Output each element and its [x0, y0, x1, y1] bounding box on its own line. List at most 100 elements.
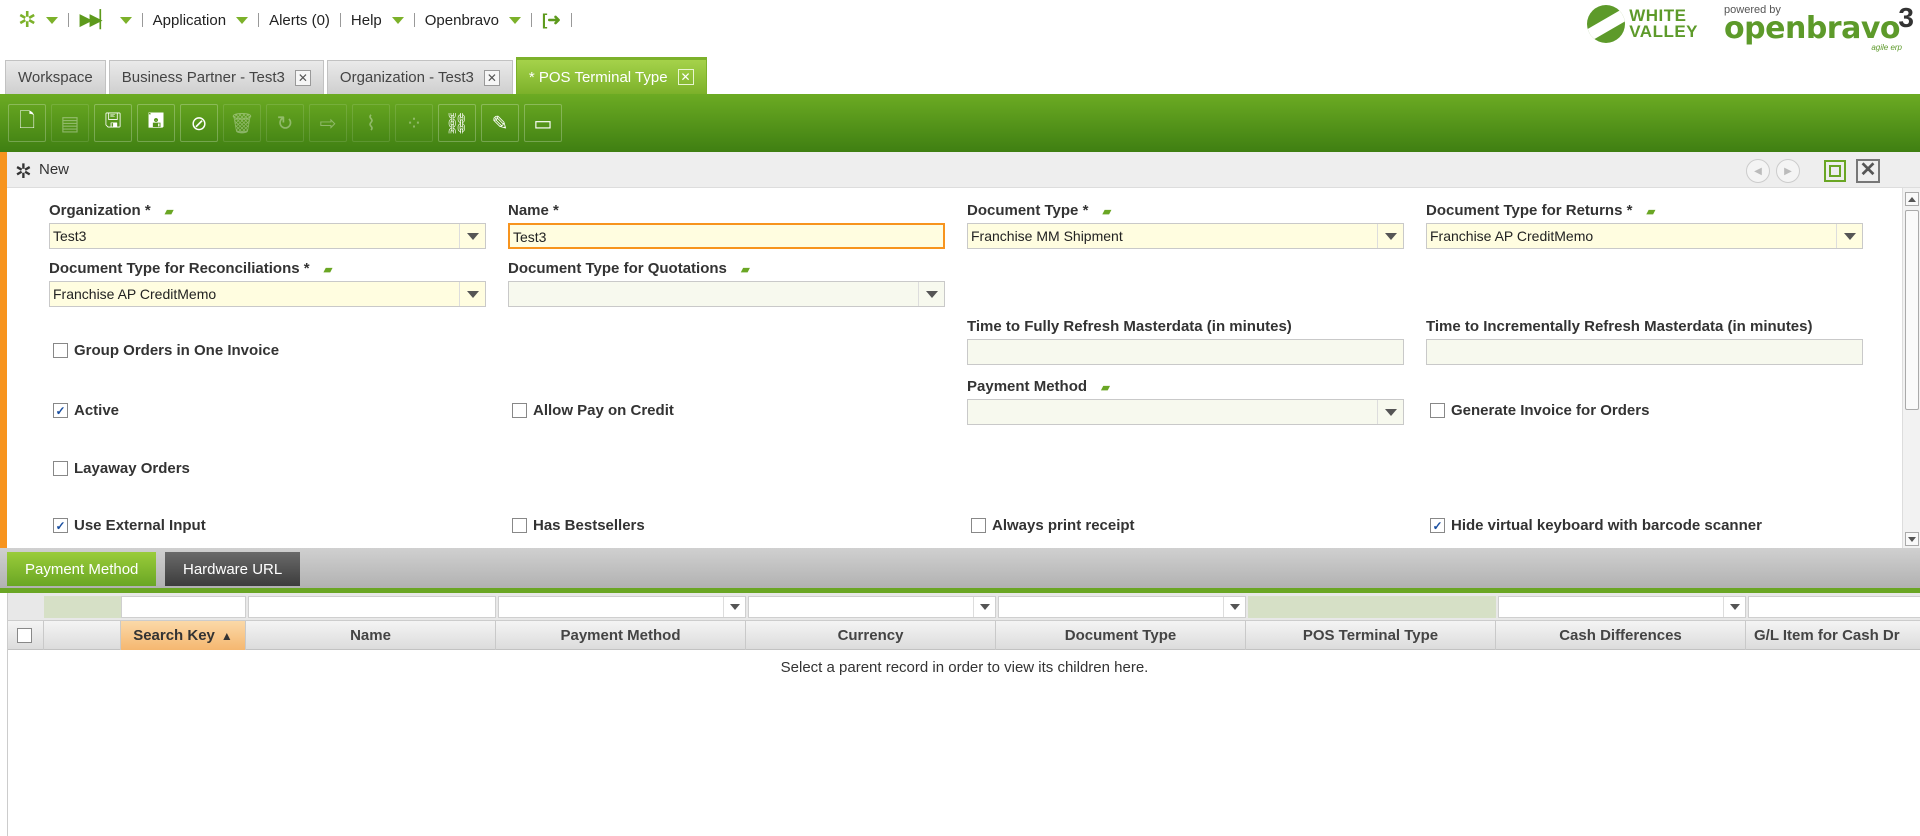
document-type-select[interactable]: Franchise MM Shipment	[967, 223, 1404, 249]
column-header-cash-differences[interactable]: Cash Differences	[1496, 621, 1746, 650]
chevron-down-icon[interactable]	[973, 597, 995, 617]
chevron-down-icon[interactable]	[1377, 224, 1403, 248]
quick-create-button[interactable]: ✲	[18, 8, 59, 32]
document-type-returns-select[interactable]: Franchise AP CreditMemo	[1426, 223, 1863, 249]
grid-header-row: Search Key ▲ Name Payment Method Currenc…	[8, 621, 1920, 650]
refresh-button[interactable]: ↻	[266, 104, 304, 142]
allow-pay-credit-checkbox[interactable]: Allow Pay on Credit	[512, 402, 674, 419]
use-external-input-checkbox[interactable]: ✓ Use External Input	[53, 517, 206, 534]
link-arrow-icon[interactable]: ▰	[1101, 382, 1109, 394]
chevron-down-icon[interactable]	[459, 282, 485, 306]
cancel-button[interactable]: ⊘	[180, 104, 218, 142]
filter-gl-item[interactable]	[1748, 596, 1920, 618]
attach-button[interactable]: ⌇	[352, 104, 390, 142]
time-incremental-refresh-input[interactable]	[1426, 339, 1863, 365]
grid-view-button[interactable]: ▤	[51, 104, 89, 142]
tab-workspace[interactable]: Workspace	[5, 60, 106, 94]
checkbox-box[interactable]	[1430, 403, 1445, 418]
save-button[interactable]: 🖫	[94, 104, 132, 142]
active-checkbox[interactable]: ✓ Active	[53, 402, 119, 419]
link-arrow-icon[interactable]: ▰	[1647, 206, 1655, 218]
personalize-button[interactable]: ✎	[481, 104, 519, 142]
tab-pos-terminal-type[interactable]: * POS Terminal Type ✕	[515, 57, 707, 94]
chevron-down-icon[interactable]	[1223, 597, 1245, 617]
close-tab-icon[interactable]: ✕	[483, 69, 500, 86]
scroll-up-icon[interactable]	[1905, 192, 1919, 206]
filter-payment-method[interactable]	[498, 596, 746, 618]
link-arrow-icon[interactable]: ▰	[165, 206, 173, 218]
alerts-link[interactable]: Alerts (0)	[269, 8, 330, 32]
column-header-payment-method[interactable]: Payment Method	[496, 621, 746, 650]
previous-record-button[interactable]: ◀	[1746, 159, 1770, 183]
delete-button[interactable]: 🗑	[223, 104, 261, 142]
hide-virtual-keyboard-checkbox[interactable]: ✓ Hide virtual keyboard with barcode sca…	[1430, 517, 1762, 534]
help-menu[interactable]: Help	[351, 8, 404, 32]
chevron-down-icon[interactable]	[1836, 224, 1862, 248]
document-type-reconciliations-select[interactable]: Franchise AP CreditMemo	[49, 281, 486, 307]
filter-pos-terminal-type[interactable]	[1248, 596, 1496, 618]
user-menu[interactable]: Openbravo	[425, 8, 521, 32]
form-scrollbar[interactable]	[1902, 188, 1920, 548]
column-header-name[interactable]: Name	[246, 621, 496, 650]
close-tab-icon[interactable]: ✕	[294, 69, 311, 86]
column-header-gl-item[interactable]: G/L Item for Cash Dr	[1746, 621, 1920, 650]
column-header-pos-terminal-type[interactable]: POS Terminal Type	[1246, 621, 1496, 650]
filter-cell[interactable]	[44, 596, 121, 618]
organization-select[interactable]: Test3	[49, 223, 486, 249]
checkbox-box-checked[interactable]: ✓	[1430, 518, 1445, 533]
checkbox-box[interactable]	[53, 343, 68, 358]
always-print-receipt-checkbox[interactable]: Always print receipt	[971, 517, 1135, 534]
group-orders-checkbox[interactable]: Group Orders in One Invoice	[53, 342, 279, 359]
column-header-search-key[interactable]: Search Key ▲	[121, 621, 246, 650]
chevron-down-icon[interactable]	[459, 224, 485, 248]
name-input[interactable]: Test3	[508, 223, 945, 249]
export-button[interactable]: ⇨	[309, 104, 347, 142]
checkbox-box[interactable]	[53, 461, 68, 476]
chevron-down-icon[interactable]	[1377, 400, 1403, 424]
generate-invoice-checkbox[interactable]: Generate Invoice for Orders	[1430, 402, 1649, 419]
layaway-orders-checkbox[interactable]: Layaway Orders	[53, 460, 190, 477]
link-button[interactable]: ⛓	[438, 104, 476, 142]
payment-method-select[interactable]	[967, 399, 1404, 425]
fast-forward-icon: ▶▶▏	[79, 10, 112, 29]
save-close-button[interactable]: 🖪	[137, 104, 175, 142]
subtab-payment-method[interactable]: Payment Method	[7, 552, 157, 586]
checkbox-box[interactable]	[512, 403, 527, 418]
next-record-button[interactable]: ▶	[1776, 159, 1800, 183]
quick-launch-button[interactable]: ▶▶▏	[79, 8, 132, 32]
chevron-down-icon[interactable]	[723, 597, 745, 617]
column-header-currency[interactable]: Currency	[746, 621, 996, 650]
document-type-quotations-select[interactable]	[508, 281, 945, 307]
column-header-document-type[interactable]: Document Type	[996, 621, 1246, 650]
checkbox-box-checked[interactable]: ✓	[53, 403, 68, 418]
link-arrow-icon[interactable]: ▰	[324, 264, 332, 276]
select-all-checkbox[interactable]	[17, 628, 32, 643]
time-full-refresh-input[interactable]	[967, 339, 1404, 365]
audit-trail-button[interactable]: ⁘	[395, 104, 433, 142]
close-tab-icon[interactable]: ✕	[677, 69, 694, 85]
checkbox-box[interactable]	[971, 518, 986, 533]
close-form-button[interactable]: ✕	[1856, 159, 1880, 183]
tab-business-partner[interactable]: Business Partner - Test3 ✕	[108, 60, 324, 94]
chevron-down-icon[interactable]	[1723, 597, 1745, 617]
checkbox-box-checked[interactable]: ✓	[53, 518, 68, 533]
tab-organization[interactable]: Organization - Test3 ✕	[326, 60, 513, 94]
filter-name[interactable]	[248, 596, 496, 618]
new-document-button[interactable]: 🗋	[8, 104, 46, 142]
filter-cash-differences[interactable]	[1498, 596, 1746, 618]
layout-button[interactable]: ▭	[524, 104, 562, 142]
link-arrow-icon[interactable]: ▰	[741, 264, 749, 276]
link-arrow-icon[interactable]: ▰	[1103, 206, 1111, 218]
application-menu[interactable]: Application	[153, 8, 249, 32]
has-bestsellers-checkbox[interactable]: Has Bestsellers	[512, 517, 645, 534]
filter-currency[interactable]	[748, 596, 996, 618]
subtab-hardware-url[interactable]: Hardware URL	[165, 552, 301, 586]
maximize-button[interactable]	[1824, 160, 1846, 182]
scroll-thumb[interactable]	[1905, 210, 1919, 410]
scroll-down-icon[interactable]	[1905, 532, 1919, 546]
chevron-down-icon[interactable]	[918, 282, 944, 306]
logout-button[interactable]: [➜	[542, 8, 561, 32]
checkbox-box[interactable]	[512, 518, 527, 533]
filter-search-key[interactable]	[121, 596, 246, 618]
filter-document-type[interactable]	[998, 596, 1246, 618]
